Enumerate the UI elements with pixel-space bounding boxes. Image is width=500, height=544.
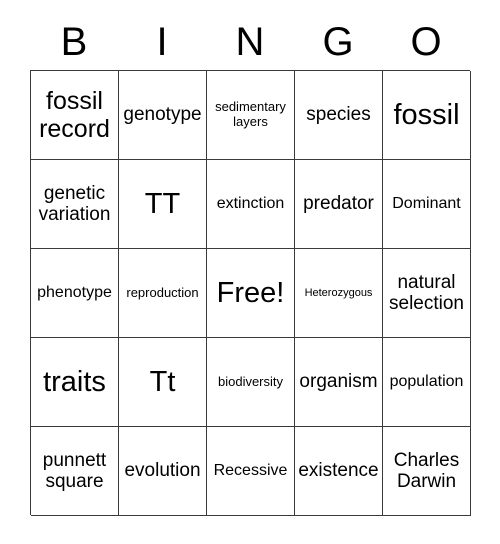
bingo-cell-text: punnett square xyxy=(42,449,107,492)
bingo-cell-text: Tt xyxy=(149,365,176,398)
bingo-free-cell[interactable]: Free! xyxy=(207,249,295,338)
bingo-cell[interactable]: genotype xyxy=(119,71,207,160)
bingo-cell-text: population xyxy=(389,373,464,391)
bingo-cell-text: organism xyxy=(299,371,378,393)
bingo-cell-text: traits xyxy=(43,365,106,398)
bingo-cell[interactable]: extinction xyxy=(207,160,295,249)
bingo-cell-text: sedimentary layers xyxy=(215,99,286,129)
bingo-cell[interactable]: Dominant xyxy=(383,160,471,249)
bingo-cell-text: fossil xyxy=(393,98,460,131)
bingo-cell-text: phenotype xyxy=(37,284,112,302)
bingo-cell-text: Charles Darwin xyxy=(393,449,460,492)
bingo-cell-text: Recessive xyxy=(213,462,288,480)
header-letter-n: N xyxy=(235,20,265,64)
header-letter-g: G xyxy=(322,20,354,64)
bingo-card: B I N G O fossil record genotype sedimen… xyxy=(0,0,500,544)
bingo-cell[interactable]: Charles Darwin xyxy=(383,427,471,516)
header-letter-i: I xyxy=(156,20,168,64)
bingo-cell[interactable]: evolution xyxy=(119,427,207,516)
bingo-cell[interactable]: existence xyxy=(295,427,383,516)
bingo-cell-text: reproduction xyxy=(126,284,199,300)
bingo-cell[interactable]: predator xyxy=(295,160,383,249)
bingo-cell-text: evolution xyxy=(124,460,201,482)
bingo-cell[interactable]: Tt xyxy=(119,338,207,427)
bingo-cell-text: fossil record xyxy=(39,87,110,143)
bingo-cell[interactable]: species xyxy=(295,71,383,160)
bingo-cell[interactable]: Recessive xyxy=(207,427,295,516)
bingo-cell[interactable]: genetic variation xyxy=(31,160,119,249)
bingo-cell[interactable]: biodiversity xyxy=(207,338,295,427)
bingo-cell-text: genotype xyxy=(123,104,202,126)
bingo-cell-text: natural selection xyxy=(389,271,464,314)
bingo-cell[interactable]: Heterozygous xyxy=(295,249,383,338)
bingo-header: B I N G O xyxy=(30,14,470,70)
bingo-cell-text: genetic variation xyxy=(38,182,111,225)
bingo-cell[interactable]: traits xyxy=(31,338,119,427)
bingo-cell[interactable]: punnett square xyxy=(31,427,119,516)
bingo-grid: fossil record genotype sedimentary layer… xyxy=(30,70,471,516)
bingo-cell-text: biodiversity xyxy=(217,373,284,389)
bingo-cell[interactable]: organism xyxy=(295,338,383,427)
bingo-cell-text: Heterozygous xyxy=(304,286,373,299)
bingo-cell-text: existence xyxy=(298,460,379,482)
bingo-cell[interactable]: phenotype xyxy=(31,249,119,338)
bingo-cell[interactable]: TT xyxy=(119,160,207,249)
bingo-cell-text: Dominant xyxy=(392,195,461,213)
bingo-cell[interactable]: reproduction xyxy=(119,249,207,338)
bingo-cell-text: extinction xyxy=(216,195,285,213)
bingo-cell-text: species xyxy=(306,104,371,126)
bingo-cell[interactable]: fossil record xyxy=(31,71,119,160)
bingo-cell-text: predator xyxy=(303,193,374,215)
bingo-cell-text: Free! xyxy=(216,276,285,309)
bingo-cell[interactable]: sedimentary layers xyxy=(207,71,295,160)
bingo-cell[interactable]: natural selection xyxy=(383,249,471,338)
bingo-cell-text: TT xyxy=(144,187,181,220)
header-letter-o: O xyxy=(410,20,442,64)
bingo-cell[interactable]: population xyxy=(383,338,471,427)
header-letter-b: B xyxy=(60,20,88,64)
bingo-cell[interactable]: fossil xyxy=(383,71,471,160)
